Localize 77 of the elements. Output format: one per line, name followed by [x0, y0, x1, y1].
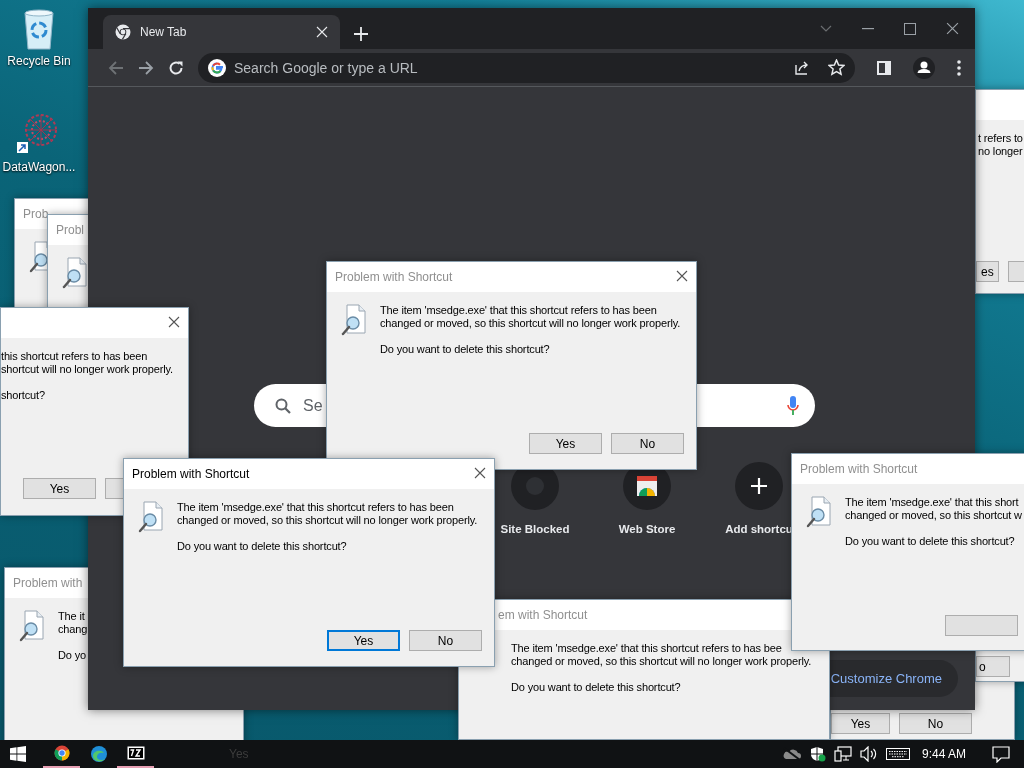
network-icon[interactable]: [833, 746, 852, 762]
maximize-button[interactable]: [904, 22, 916, 35]
archive-app-icon: [126, 746, 145, 760]
back-button[interactable]: [108, 59, 124, 76]
message-text: The item 'msedge.exe' that this shortcut refers to has bee: [511, 642, 783, 655]
clock-text[interactable]: 9:44 AM: [921, 747, 966, 761]
shield-icon[interactable]: [809, 746, 826, 762]
message-text: chang: [58, 623, 88, 636]
message-text: The item 'msedge.exe' that this shortcut refers to has been: [177, 501, 455, 514]
question-text: Do you want to delete this shortcut?: [177, 540, 348, 553]
window-title: Probl: [55, 223, 84, 237]
window-title: Problem with: [12, 576, 83, 590]
dialog-button[interactable]: es: [976, 261, 999, 282]
address-input[interactable]: Search Google or type a URL: [234, 59, 786, 76]
notification-icon[interactable]: [992, 745, 1010, 763]
dialog-button[interactable]: Yes: [327, 630, 400, 651]
message-text: The item 'msedge.exe' that this short: [845, 496, 1020, 509]
question-text: Do you want to delete this shortcut?: [845, 535, 1016, 548]
message-text: no longer: [978, 145, 1023, 158]
question-text: shortcut?: [1, 389, 46, 402]
close-tab-button[interactable]: [316, 26, 328, 38]
browser-icon: [53, 745, 70, 761]
profile-button[interactable]: [913, 56, 935, 79]
google-g-icon: [208, 58, 226, 77]
message-text: The item 'msedge.exe' that this shortcut refers to has been: [380, 304, 658, 317]
wave-browser-icon: [90, 746, 107, 762]
browser-tab[interactable]: New Tab: [103, 15, 340, 49]
message-text: changed or moved, so this shortcut will no longer work properly.: [177, 514, 478, 527]
message-text: t refers to: [978, 132, 1023, 145]
shortcut-label[interactable]: Add shortcu: [725, 523, 793, 535]
window-title: Problem with Shortcut: [131, 467, 250, 481]
dialog-button[interactable]: No: [899, 713, 972, 734]
new-tab-button[interactable]: [354, 27, 368, 41]
message-text: shortcut will no longer work properly.: [1, 363, 173, 376]
forward-button[interactable]: [138, 59, 154, 76]
message-text: this shortcut refers to has been: [1, 350, 149, 363]
tab-title[interactable]: New Tab: [140, 25, 307, 39]
bookmark-star-icon[interactable]: [828, 59, 845, 76]
cloud-off-icon[interactable]: [781, 747, 802, 761]
microphone-icon[interactable]: [787, 395, 799, 416]
dialog-button[interactable]: No: [409, 630, 482, 651]
recycle-bin-icon[interactable]: [22, 8, 56, 50]
search-icon: [275, 397, 291, 414]
window-title: Problem with Shortcut: [334, 270, 453, 284]
address-bar[interactable]: Search Google or type a URL: [198, 52, 855, 83]
dialog-button[interactable]: Yes: [831, 713, 890, 734]
dialog-button[interactable]: Yes: [529, 433, 602, 454]
dialog-button[interactable]: o: [976, 656, 1010, 677]
add-icon[interactable]: [735, 462, 783, 510]
close-button[interactable]: [676, 270, 688, 282]
keyboard-icon[interactable]: [885, 748, 910, 760]
shortcut-label[interactable]: Web Store: [618, 523, 676, 535]
start-icon[interactable]: [10, 746, 26, 762]
message-text: changed or moved, so this shortcut w: [845, 509, 1022, 522]
window-title: Problem with Shortcut: [799, 462, 918, 476]
message-text: changed or moved, so this shortcut will no longer work properly.: [380, 317, 681, 330]
question-text: Do you want to delete this shortcut?: [380, 343, 551, 356]
question-text: Do yo: [58, 649, 87, 662]
volume-icon[interactable]: [859, 746, 878, 762]
icon-label[interactable]: DataWagon...: [2, 160, 76, 174]
minimize-icon[interactable]: [862, 27, 874, 30]
reload-button[interactable]: [168, 59, 184, 76]
share-icon[interactable]: [794, 59, 810, 76]
question-text: Do you want to delete this shortcut?: [511, 681, 682, 694]
dialog-button[interactable]: No: [611, 433, 684, 454]
close-button[interactable]: [168, 316, 180, 328]
side-panel-button[interactable]: [877, 60, 891, 75]
window-title: em with Shortcut: [497, 608, 588, 622]
menu-button[interactable]: [957, 59, 961, 76]
close-button[interactable]: [474, 467, 486, 479]
close-button[interactable]: [946, 22, 959, 35]
shortcut-label[interactable]: Site Blocked: [500, 523, 570, 535]
tab-logo-icon: [115, 24, 131, 40]
message-text: The it: [58, 610, 86, 623]
icon-label[interactable]: Recycle Bin: [7, 54, 71, 68]
window-title: Prob: [22, 207, 49, 221]
dialog-button[interactable]: Yes: [23, 478, 96, 499]
